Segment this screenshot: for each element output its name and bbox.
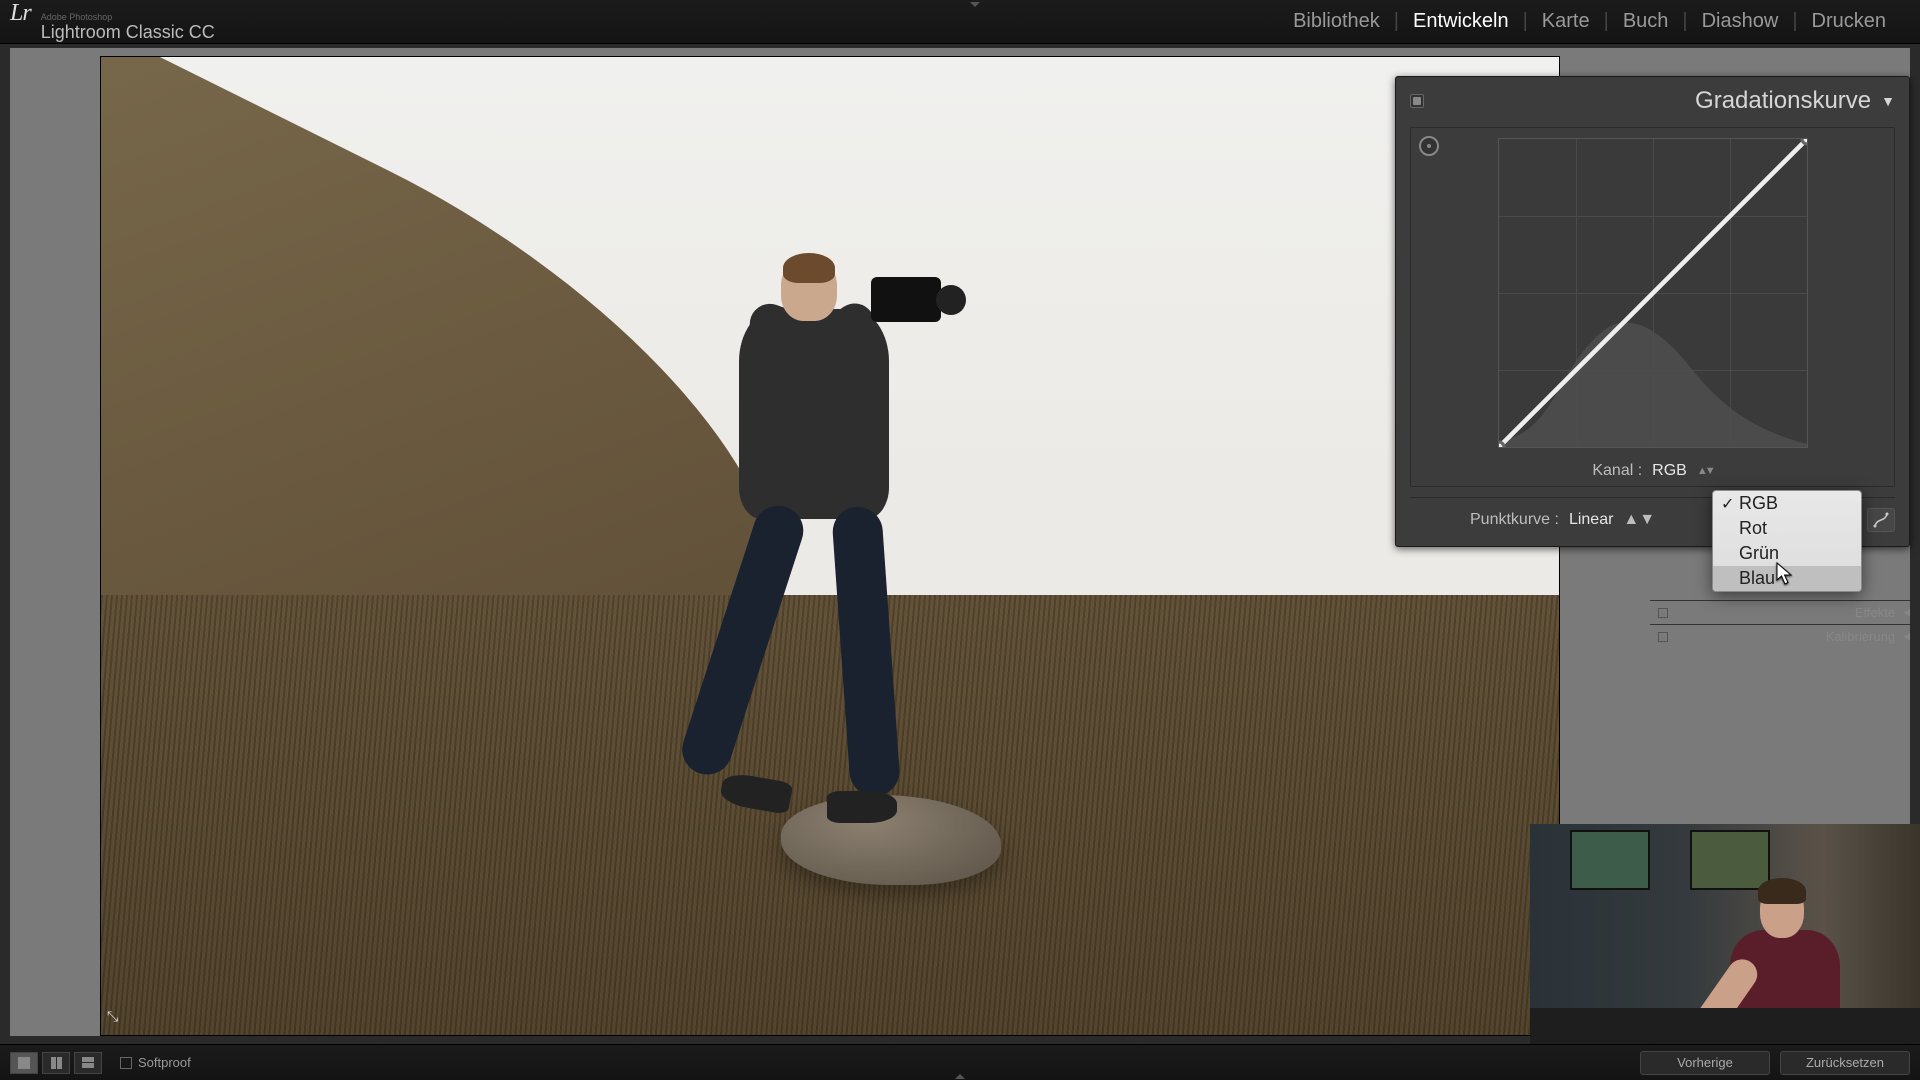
channel-row: Kanal : RGB ▲▼ — [1421, 462, 1884, 480]
panel-toggle-icon[interactable] — [1410, 94, 1424, 108]
previous-button[interactable]: Vorherige — [1640, 1051, 1770, 1075]
tone-curve-area: Kanal : RGB ▲▼ — [1410, 127, 1895, 487]
calibration-panel-header[interactable]: Kalibrierung ◀ — [1650, 624, 1910, 648]
reset-button[interactable]: Zurücksetzen — [1780, 1051, 1910, 1075]
tone-curve-header[interactable]: Gradationskurve ▼ — [1396, 77, 1909, 119]
effects-panel-header[interactable]: Effekte ◀ — [1650, 600, 1910, 624]
dropdown-stepper-icon[interactable]: ▲▼ — [1623, 511, 1655, 529]
flag-indicator-icon: ⤡ — [107, 1008, 118, 1025]
app-name: Lightroom Classic CC — [41, 22, 215, 43]
view-loupe-button[interactable] — [10, 1052, 38, 1074]
channel-option-rot[interactable]: Rot — [1713, 516, 1861, 541]
preview-photo[interactable]: ⤡ — [101, 57, 1559, 1035]
chevron-left-icon: ◀ — [1903, 631, 1910, 642]
softproof-label: Softproof — [138, 1055, 191, 1070]
app-title-block: Adobe Photoshop Lightroom Classic CC — [41, 13, 215, 43]
point-curve-label: Punktkurve : — [1470, 511, 1559, 529]
calibration-label: Kalibrierung — [1826, 629, 1895, 644]
bottom-right-buttons: Vorherige Zurücksetzen — [1640, 1051, 1910, 1075]
channel-option-gruen[interactable]: Grün — [1713, 541, 1861, 566]
channel-dropdown[interactable]: RGB — [1652, 462, 1687, 480]
dropdown-stepper-icon[interactable]: ▲▼ — [1697, 465, 1713, 477]
photo-frame: ⤡ — [100, 56, 1560, 1036]
app-vendor: Adobe Photoshop — [41, 13, 215, 22]
panel-toggle-icon[interactable] — [1658, 608, 1668, 618]
chevron-down-icon: ▼ — [1881, 93, 1895, 109]
module-drucken[interactable]: Drucken — [1798, 10, 1900, 33]
curve-edit-icon — [1873, 512, 1889, 528]
webcam-overlay — [1530, 824, 1920, 1044]
curve-svg — [1499, 139, 1807, 447]
app-brand: Lr Adobe Photoshop Lightroom Classic CC — [0, 0, 215, 43]
top-panel-grip-icon[interactable] — [960, 0, 990, 8]
top-bar: Lr Adobe Photoshop Lightroom Classic CC … — [0, 0, 1920, 44]
point-curve-edit-toggle[interactable] — [1867, 508, 1895, 532]
effects-label: Effekte — [1855, 605, 1895, 620]
view-beforeafter-tb-button[interactable] — [74, 1052, 102, 1074]
module-buch[interactable]: Buch — [1609, 10, 1683, 33]
channel-dropdown-menu: RGB Rot Grün Blau — [1712, 490, 1862, 592]
collapsed-panels: Effekte ◀ Kalibrierung ◀ — [1650, 600, 1910, 648]
tone-curve-graph[interactable] — [1498, 138, 1808, 448]
tone-curve-title: Gradationskurve — [1695, 87, 1871, 115]
tone-curve-panel: Gradationskurve ▼ Kanal : RGB ▲▼ — [1395, 76, 1910, 547]
channel-option-blau[interactable]: Blau — [1713, 566, 1861, 591]
module-diashow[interactable]: Diashow — [1688, 10, 1793, 33]
point-curve-dropdown[interactable]: Linear — [1569, 511, 1613, 529]
bottom-panel-grip-icon[interactable] — [945, 1072, 975, 1080]
module-karte[interactable]: Karte — [1528, 10, 1604, 33]
panel-toggle-icon[interactable] — [1658, 632, 1668, 642]
app-logo: Lr — [10, 0, 31, 27]
module-bibliothek[interactable]: Bibliothek — [1279, 10, 1394, 33]
module-picker: Bibliothek | Entwickeln | Karte | Buch |… — [1279, 10, 1920, 33]
photo-subject — [691, 257, 891, 877]
chevron-left-icon: ◀ — [1903, 607, 1910, 618]
view-beforeafter-lr-button[interactable] — [42, 1052, 70, 1074]
channel-option-rgb[interactable]: RGB — [1713, 491, 1861, 516]
module-entwickeln[interactable]: Entwickeln — [1399, 10, 1523, 33]
targeted-adjustment-icon[interactable] — [1419, 136, 1439, 156]
channel-label: Kanal : — [1592, 462, 1642, 480]
softproof-checkbox[interactable] — [120, 1057, 132, 1069]
